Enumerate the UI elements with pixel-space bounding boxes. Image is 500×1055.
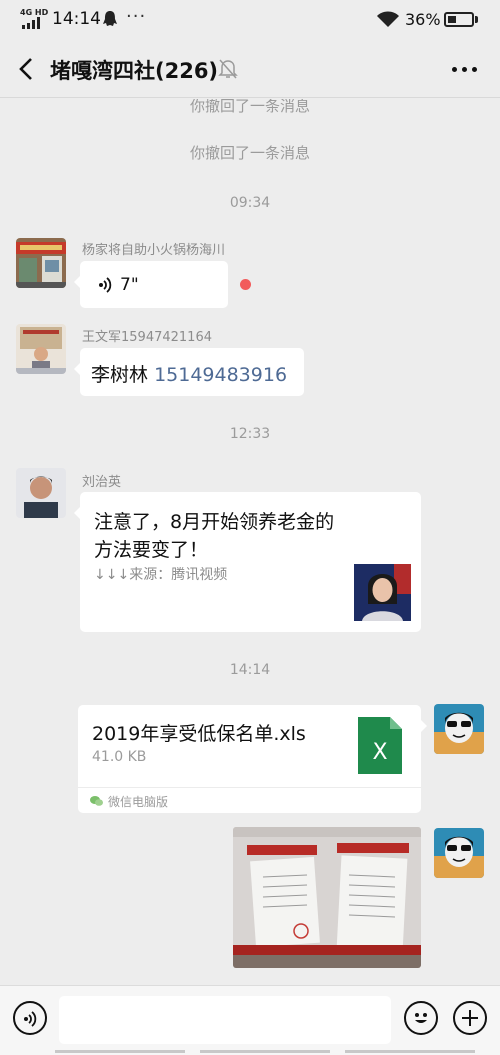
status-time: 14:14	[52, 9, 101, 29]
input-bar	[0, 985, 500, 1055]
my-avatar[interactable]	[434, 828, 484, 878]
sender-name: 刘治英	[82, 475, 122, 490]
file-source-footer: 微信电脑版	[78, 787, 421, 813]
article-source: ↓↓↓来源：腾讯视频	[94, 567, 228, 583]
timestamp: 12:33	[229, 426, 271, 442]
system-message-recalled: 你撤回了一条消息	[189, 99, 310, 115]
voice-input-button[interactable]	[13, 1001, 47, 1035]
qq-notification-icon	[103, 11, 117, 26]
message-text: 李树林	[91, 364, 149, 386]
more-dots-icon[interactable]	[452, 67, 478, 73]
file-name: 2019年享受低保名单.xls	[92, 723, 306, 745]
image-message[interactable]	[233, 827, 421, 968]
my-avatar[interactable]	[434, 704, 484, 754]
voice-icon	[24, 1011, 37, 1027]
unread-dot	[240, 279, 251, 290]
system-message-recalled: 你撤回了一条消息	[189, 144, 310, 162]
avatar[interactable]	[16, 324, 66, 374]
battery-percent: 36%	[405, 10, 441, 29]
timestamp: 09:34	[229, 195, 271, 211]
article-card[interactable]: 注意了，8月开始领养老金的方法要变了！ ↓↓↓来源：腾讯视频	[74, 492, 421, 632]
battery-icon	[444, 12, 474, 27]
emoji-button[interactable]	[404, 1001, 438, 1035]
wechat-icon	[90, 796, 103, 806]
voice-message-bubble[interactable]: 7"	[74, 261, 228, 308]
bell-off-icon	[218, 59, 238, 79]
voice-duration: 7"	[120, 275, 139, 295]
chat-header: 堵嘎湾四社(226)	[0, 40, 500, 98]
status-bar: 4G HD 14:14 ··· 36%	[0, 0, 500, 40]
signal-icon	[22, 17, 40, 29]
emoji-icon	[415, 1013, 427, 1023]
excel-file-icon: X	[358, 717, 402, 774]
svg-text:X: X	[372, 740, 387, 765]
article-title: 注意了，8月开始领养老金的方法要变了！	[94, 511, 335, 561]
avatar[interactable]	[16, 468, 66, 518]
sender-name: 杨家将自助小火锅杨海川	[82, 243, 226, 258]
file-source-label: 微信电脑版	[108, 795, 169, 809]
wifi-icon	[377, 11, 399, 27]
more-actions-button[interactable]	[453, 1001, 487, 1035]
network-indicator: 4G HD	[20, 8, 49, 17]
sender-name: 王文军15947421164	[82, 330, 212, 345]
text-message-bubble[interactable]: 李树林 15149483916	[74, 348, 304, 396]
avatar[interactable]	[16, 238, 66, 288]
file-size: 41.0 KB	[92, 749, 147, 765]
message-list[interactable]: 你撤回了一条消息 你撤回了一条消息 09:34 杨家将自助小火锅杨海川 7" 王…	[0, 99, 500, 985]
more-notifications-indicator: ···	[126, 6, 147, 27]
timestamp: 14:14	[229, 662, 271, 678]
file-message-bubble[interactable]: 2019年享受低保名单.xls 41.0 KB X 微信电脑版	[78, 705, 427, 813]
chat-title[interactable]: 堵嘎湾四社(226)	[50, 55, 218, 85]
chevron-left-icon[interactable]	[14, 56, 38, 82]
voice-wave-icon	[99, 277, 112, 293]
article-thumbnail	[354, 564, 411, 621]
phone-number-link[interactable]: 15149483916	[154, 364, 287, 386]
system-nav-hint	[55, 1050, 495, 1055]
message-input[interactable]	[59, 996, 391, 1044]
plus-icon	[462, 1010, 478, 1026]
